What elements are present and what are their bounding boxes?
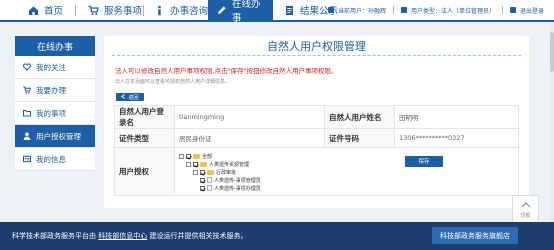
nav-item-consult[interactable]: 办事咨询 [146,0,216,20]
cart-icon [23,86,32,94]
page-title: 自然人用户权限管理 [112,36,521,56]
folder-icon [200,161,207,167]
info-icon [154,5,165,16]
heart-icon [23,63,31,71]
current-user: 当前用户：孙融辉 [337,7,386,15]
sidebar-item-label: 我的信息 [36,154,66,164]
home-icon [28,5,39,16]
sidebar-item-label: 用户授权管理 [36,131,81,141]
scrollbar[interactable] [550,22,554,222]
main-panel: 自然人用户权限管理 法人可以修改自然人用户事项权限,点击"保存"按钮修改自然人用… [104,36,529,208]
table-row: 用户授权 全部 人类遗传资源管理 行政审批 人类遗传-事项管理员 人类遗传-事项… [114,147,519,196]
nav-item-home[interactable]: 首页 [20,0,71,20]
login-name-label: 自然人用户登录名 [114,105,175,129]
back-to-top-label: 顶部 [520,212,531,219]
expand-toggle-icon[interactable] [179,153,184,159]
nav-item-label: 首页 [44,6,64,17]
user-name-label: 自然人用户姓名 [324,105,395,129]
tree-node-label: 行政审批 [216,169,237,176]
tree-node-genetic-resources[interactable]: 人类遗传资源管理 [186,161,249,168]
sidebar-item-user-auth[interactable]: 用户授权管理 [15,125,95,148]
sidebar-item-label: 我的关注 [36,62,66,72]
file-icon [207,185,212,191]
user-icon [327,7,334,13]
cert-type-value: 居民身份证 [174,128,325,148]
scrollbar-thumb[interactable] [550,32,554,72]
checkbox[interactable] [200,169,205,175]
chevron-up-icon [521,201,531,210]
sidebar-item-label: 我的事项 [36,108,66,118]
tree-node-label: 全部 [202,153,213,160]
sidebar-item-label: 我要办理 [36,85,66,95]
footer-link[interactable]: 科技部信息中心 [98,232,147,240]
tree-node-admin-approval[interactable]: 行政审批 [193,169,236,176]
checkbox[interactable] [193,161,198,167]
footer-text-before: 科学技术部政务服务平台由 [12,232,96,240]
cert-type-label: 证件类型 [114,128,175,148]
document-icon [284,5,295,16]
cert-no-label: 证件号码 [324,128,395,148]
table-row: 自然人用户登录名 tianmingming 自然人用户姓名 田明明 [114,105,519,129]
folder-icon [23,109,31,117]
logout-link[interactable]: 退出登录 [520,6,544,15]
divider [501,6,503,14]
sidebar: 在线办事 我的关注 我要办理 我的事项 用户授权管理 我的信息 [15,36,95,171]
auth-label: 用户授权 [114,147,175,196]
back-button[interactable]: 返回 [116,93,144,101]
tree-node-label: 人类遗传-事项办理员 [214,185,261,192]
divider [392,6,394,14]
auth-tree-cell: 全部 人类遗传资源管理 行政审批 人类遗传-事项管理员 人类遗传-事项办理员 保… [174,147,519,196]
cert-no-value: 1306**********0327 [394,128,519,148]
footer-text: 科学技术部政务服务平台由 科技部信息中心 建设运行并提供相关技术服务。 [12,231,247,241]
footer: 科学技术部政务服务平台由 科技部信息中心 建设运行并提供相关技术服务。 科技部政… [0,222,554,250]
top-navigation: 首页 服务事项 办事咨询 在线办事 结果公示 当前用户：孙融辉 用户类型：法人（… [0,0,554,24]
tree-node-label: 人类遗传-事项管理员 [214,177,261,184]
save-button[interactable]: 保存 [405,155,443,167]
back-to-top-button[interactable]: 顶部 [512,195,539,224]
back-button-label: 返回 [128,94,139,101]
pencil-icon [216,5,227,16]
sidebar-title: 在线办事 [15,36,95,56]
folder-icon [193,153,200,159]
user-detail-table: 自然人用户登录名 tianmingming 自然人用户姓名 田明明 证件类型 居… [114,105,519,196]
file-icon [207,177,212,183]
sidebar-item-my-info[interactable]: 我的信息 [15,148,95,171]
id-card-icon [23,155,31,163]
notice-text: 法人可以修改自然人用户事项权限,点击"保存"按钮修改自然人用户事项权限。 [115,67,338,75]
nav-divider [75,5,76,16]
flagship-store-button[interactable]: 科技部政务服务旗舰店 [432,227,518,244]
tree-node-all[interactable]: 全部 [179,153,212,160]
user-type: 用户类型：法人（单位管理员） [410,7,495,15]
nav-item-online-service[interactable]: 在线办事 [208,0,273,24]
back-arrow-icon [121,93,126,101]
user-icon [23,132,31,140]
nav-item-services[interactable]: 服务事项 [80,0,150,20]
tree-node-matter-manager[interactable]: 人类遗传-事项管理员 [200,177,261,184]
folder-icon [207,169,214,175]
sidebar-item-my-matters[interactable]: 我的事项 [15,102,95,125]
login-name-value: tianmingming [174,105,325,129]
user-name-value: 田明明 [394,105,519,129]
sidebar-item-to-handle[interactable]: 我要办理 [15,79,95,102]
nav-item-label: 服务事项 [104,6,143,17]
checkbox[interactable] [186,153,191,159]
cart-icon [88,5,99,16]
tree-node-label: 人类遗传资源管理 [209,161,250,168]
tree-node-matter-handler[interactable]: 人类遗传-事项办理员 [200,185,261,192]
expand-toggle-icon[interactable] [193,169,198,175]
nav-divider [143,5,144,16]
nav-item-label: 办事咨询 [170,6,209,17]
expand-toggle-icon[interactable] [186,161,191,167]
footer-text-after: 建设运行并提供相关技术服务。 [149,232,248,240]
id-card-icon [400,7,407,13]
permission-tree: 全部 人类遗传资源管理 行政审批 人类遗传-事项管理员 人类遗传-事项办理员 保… [175,150,518,194]
nav-item-label: 在线办事 [232,0,261,24]
sub-notice-text: 法人在本页面可以查看可授权自然人用户详细信息。 [115,79,231,85]
sidebar-item-my-follows[interactable]: 我的关注 [15,56,95,79]
logout-icon [509,7,516,13]
user-area: 当前用户：孙融辉 用户类型：法人（单位管理员） 退出登录 [327,0,544,20]
checkbox[interactable] [200,185,205,191]
checkbox[interactable] [200,177,205,183]
table-row: 证件类型 居民身份证 证件号码 1306**********0327 [114,128,519,148]
